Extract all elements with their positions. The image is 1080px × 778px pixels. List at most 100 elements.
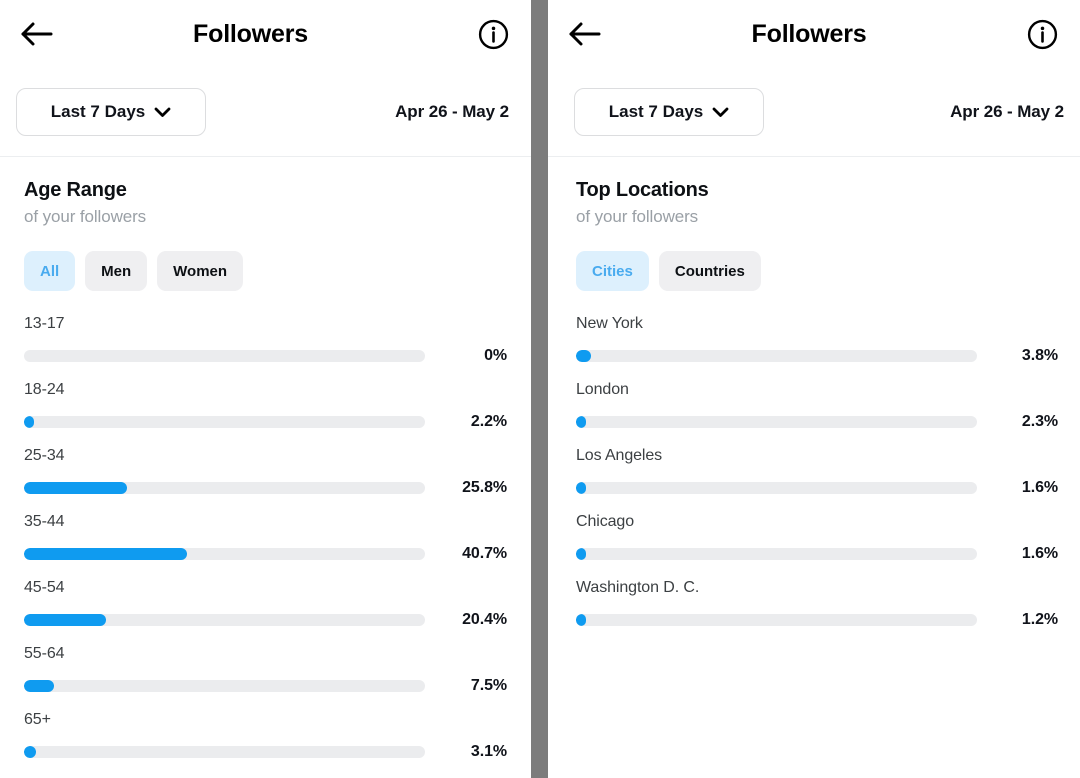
bar-track (24, 416, 425, 428)
bar-line: 1.6% (576, 479, 1058, 497)
location-chip-cities[interactable]: Cities (576, 251, 649, 291)
panel-divider (531, 0, 548, 778)
bar-fill (24, 680, 55, 692)
left-nav-bar: Followers (0, 0, 531, 68)
age-range-bar-row: 65+ 3.1% (24, 711, 525, 777)
location-bar-value: 3.8% (1021, 347, 1058, 364)
age-range-bar-label: 25-34 (24, 447, 65, 464)
section-subtitle: of your followers (576, 207, 699, 226)
bar-track (24, 614, 425, 626)
info-circle-icon[interactable] (1026, 18, 1058, 50)
bar-fill (576, 482, 587, 494)
back-arrow-icon[interactable] (20, 14, 66, 54)
bar-line: 7.5% (24, 677, 525, 695)
bar-fill (24, 416, 35, 428)
date-range-text: Apr 26 - May 2 (950, 102, 1064, 121)
age-range-bar-label: 45-54 (24, 579, 65, 596)
bar-fill (24, 746, 37, 758)
gender-filter-chips: All Men Women (24, 251, 509, 291)
age-range-bar-value: 0% (484, 347, 507, 364)
age-range-bar-list: 13-17 0% 18-24 2.2% 25-34 25.8% 35-44 40.7% 45-5… (0, 315, 531, 777)
bar-line: 20.4% (24, 611, 525, 629)
bar-track (576, 482, 977, 494)
age-range-bar-value: 2.2% (470, 413, 507, 430)
location-bar-label: London (576, 381, 629, 398)
chevron-down-icon (712, 103, 729, 123)
bar-track (24, 350, 425, 362)
age-range-bar-label: 55-64 (24, 645, 65, 662)
bar-line: 3.1% (24, 743, 525, 761)
location-bar-value: 1.6% (1021, 545, 1058, 562)
bar-line: 2.3% (576, 413, 1058, 431)
bar-track (576, 548, 977, 560)
bar-track (576, 416, 977, 428)
bar-track (24, 482, 425, 494)
bar-track (576, 614, 977, 626)
bar-track (24, 746, 425, 758)
location-bar-value: 1.2% (1021, 611, 1058, 628)
age-range-bar-label: 18-24 (24, 381, 65, 398)
page-title: Followers (193, 19, 308, 48)
bar-fill (24, 548, 188, 560)
bar-fill (576, 350, 592, 362)
page-title: Followers (751, 19, 867, 48)
date-range-dropdown-label: Last 7 Days (608, 102, 704, 121)
back-arrow-icon[interactable] (568, 14, 614, 54)
left-date-row: Last 7 Days Apr 26 - May 2 (0, 68, 531, 156)
age-range-bar-label: 35-44 (24, 513, 65, 530)
bar-line: 25.8% (24, 479, 525, 497)
age-range-bar-row: 18-24 2.2% (24, 381, 525, 447)
bar-fill (576, 548, 587, 560)
info-circle-icon[interactable] (477, 18, 509, 50)
location-filter-chips: Cities Countries (576, 251, 1058, 291)
gender-chip-all[interactable]: All (24, 251, 76, 291)
top-locations-bar-list: New York 3.8% London 2.3% Los Angeles 1.6% Chi… (548, 315, 1080, 645)
section-subtitle: of your followers (24, 207, 147, 226)
age-range-section: Age Range of your followers All Men Women (0, 157, 531, 291)
age-range-bar-row: 13-17 0% (24, 315, 525, 381)
date-range-text: Apr 26 - May 2 (395, 102, 509, 121)
location-bar-row: Los Angeles 1.6% (576, 447, 1058, 513)
bar-line: 1.6% (576, 545, 1058, 563)
gender-chip-men[interactable]: Men (85, 251, 148, 291)
bar-fill (24, 482, 128, 494)
bar-line: 0% (24, 347, 525, 365)
location-bar-row: Washington D. C. 1.2% (576, 579, 1058, 645)
section-title: Age Range (24, 179, 127, 201)
right-panel: Followers Last 7 Days Apr 26 - May 2 Top… (548, 0, 1080, 778)
chip-label: Cities (592, 262, 633, 280)
location-bar-label: Chicago (576, 513, 635, 530)
age-range-bar-row: 25-34 25.8% (24, 447, 525, 513)
insights-followers-screen: Followers Last 7 Days Apr 26 - May 2 Age… (0, 0, 1080, 778)
date-range-dropdown-label: Last 7 Days (50, 102, 146, 121)
age-range-bar-row: 35-44 40.7% (24, 513, 525, 579)
chevron-down-icon (154, 103, 171, 123)
location-bar-row: New York 3.8% (576, 315, 1058, 381)
location-bar-label: Los Angeles (576, 447, 663, 464)
age-range-bar-row: 45-54 20.4% (24, 579, 525, 645)
bar-line: 3.8% (576, 347, 1058, 365)
left-panel: Followers Last 7 Days Apr 26 - May 2 Age… (0, 0, 531, 778)
age-range-bar-value: 7.5% (470, 677, 507, 694)
location-bar-label: Washington D. C. (576, 579, 700, 596)
location-chip-countries[interactable]: Countries (658, 251, 761, 291)
bar-fill (576, 614, 587, 626)
bar-line: 2.2% (24, 413, 525, 431)
chip-label: Countries (674, 262, 745, 280)
age-range-bar-label: 13-17 (24, 315, 65, 332)
chip-label: All (40, 262, 60, 280)
bar-fill (24, 614, 106, 626)
bar-line: 1.2% (576, 611, 1058, 629)
date-range-dropdown[interactable]: Last 7 Days (574, 88, 764, 136)
chip-label: Women (173, 262, 228, 280)
location-bar-value: 1.6% (1021, 479, 1058, 496)
bar-track (24, 548, 425, 560)
location-bar-row: London 2.3% (576, 381, 1058, 447)
age-range-bar-value: 40.7% (462, 545, 507, 562)
bar-track (24, 680, 425, 692)
chip-label: Men (101, 262, 132, 280)
bar-track (576, 350, 977, 362)
date-range-dropdown[interactable]: Last 7 Days (16, 88, 206, 136)
gender-chip-women[interactable]: Women (157, 251, 244, 291)
location-bar-label: New York (576, 315, 643, 332)
